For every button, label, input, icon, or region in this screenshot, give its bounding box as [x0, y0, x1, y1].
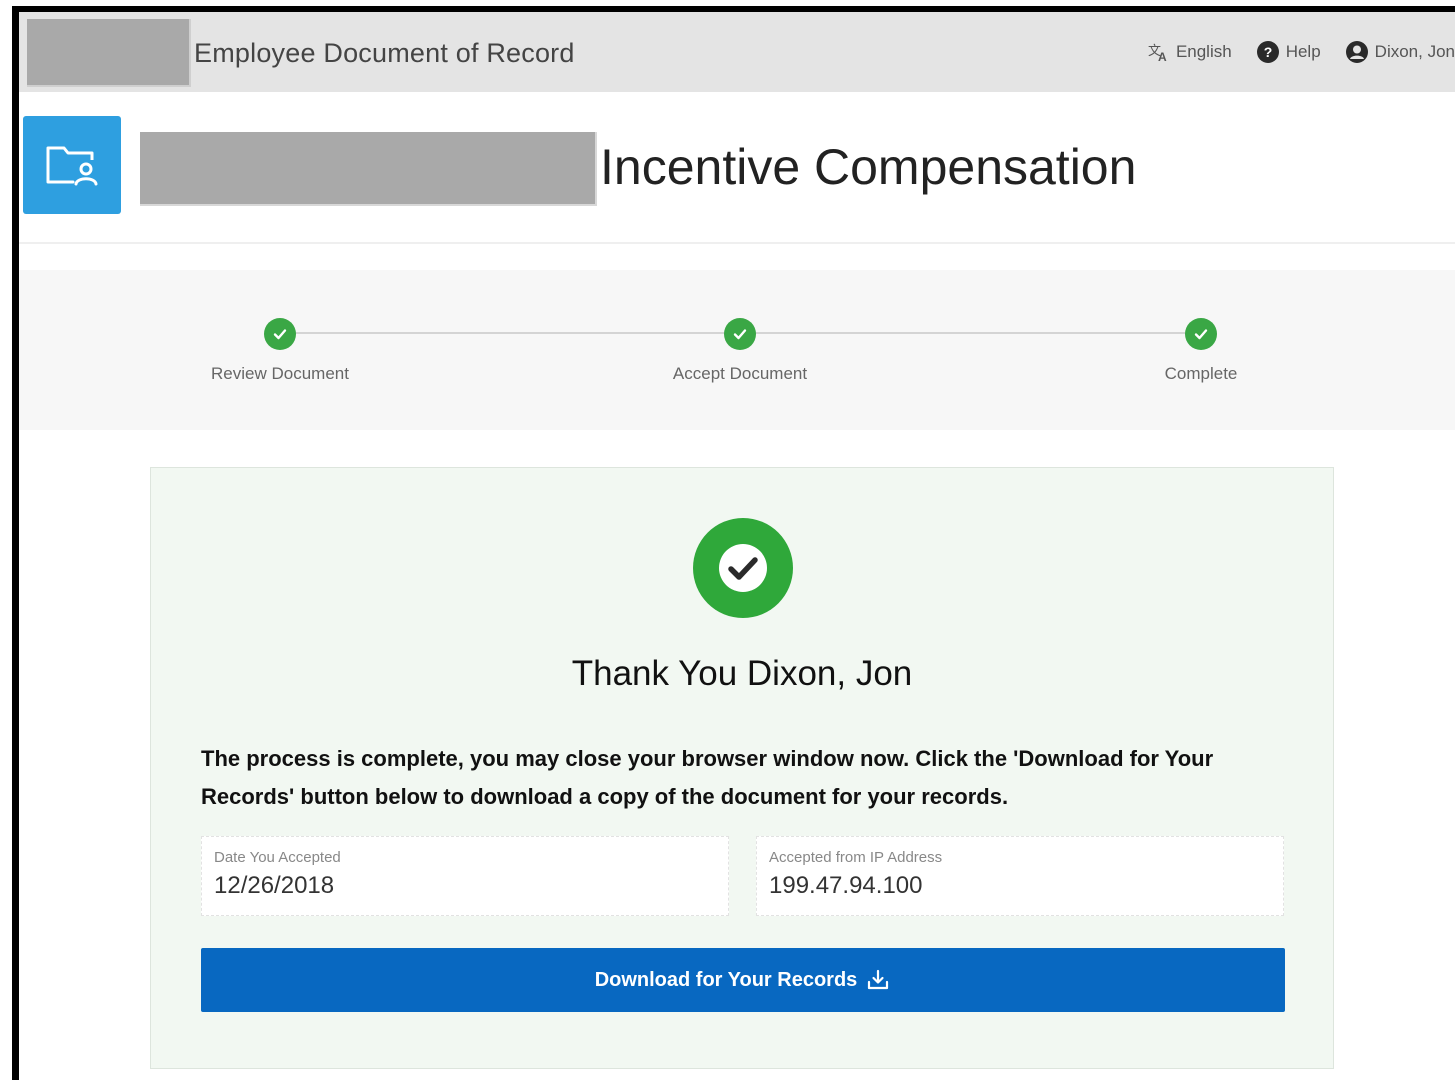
step-check-icon [724, 318, 756, 350]
redacted-name [140, 132, 597, 206]
user-label: Dixon, Jon [1374, 42, 1455, 61]
svg-text:?: ? [1263, 44, 1272, 60]
confirmation-card: Thank You Dixon, Jon The process is comp… [150, 467, 1334, 1069]
redacted-logo [27, 19, 191, 87]
step-label: Accept Document [672, 364, 808, 383]
app-frame: Employee Document of Record 文 A English … [12, 6, 1455, 1080]
user-circle-icon [1345, 41, 1368, 63]
page-title: Incentive Compensation [600, 139, 1137, 195]
progress-stepper: Review Document Accept Document Complete [19, 270, 1455, 430]
svg-text:A: A [1158, 50, 1167, 62]
step-label: Complete [1164, 364, 1238, 383]
step-accept-document: Accept Document [640, 318, 840, 384]
folder-tile [23, 116, 121, 214]
user-menu[interactable]: Dixon, Jon [1345, 40, 1455, 64]
completion-message: The process is complete, you may close y… [201, 746, 1214, 809]
folder-user-icon [46, 146, 98, 186]
top-bar: Employee Document of Record 文 A English … [19, 12, 1455, 93]
translate-icon: 文 A [1148, 44, 1167, 62]
question-circle-icon: ? [1256, 41, 1279, 63]
success-check-icon [693, 518, 793, 618]
step-check-icon [264, 318, 296, 350]
language-label: English [1175, 42, 1232, 61]
ip-address-value: 199.47.94.100 [769, 872, 923, 899]
ip-address-label: Accepted from IP Address [769, 849, 943, 866]
thank-you-heading: Thank You Dixon, Jon [571, 654, 913, 693]
help-label: Help [1285, 42, 1321, 61]
app-title: Employee Document of Record [194, 38, 575, 68]
download-records-button[interactable]: Download for Your Records [201, 948, 1285, 1012]
page-header: Incentive Compensation [19, 92, 1455, 244]
language-selector[interactable]: 文 A English [1148, 42, 1232, 62]
ip-address-field: Accepted from IP Address 199.47.94.100 [756, 836, 1284, 916]
date-accepted-value: 12/26/2018 [214, 872, 335, 899]
date-accepted-field: Date You Accepted 12/26/2018 [201, 836, 729, 916]
step-complete: Complete [1101, 318, 1301, 384]
date-accepted-label: Date You Accepted [214, 849, 341, 866]
download-icon [868, 969, 889, 990]
step-check-icon [1185, 318, 1217, 350]
top-actions: 文 A English ? Help Dixon, Jon [1124, 40, 1455, 64]
step-label: Review Document [211, 364, 349, 383]
help-link[interactable]: ? Help [1256, 40, 1321, 64]
download-button-label: Download for Your Records [594, 968, 858, 991]
step-review-document: Review Document [180, 318, 380, 384]
